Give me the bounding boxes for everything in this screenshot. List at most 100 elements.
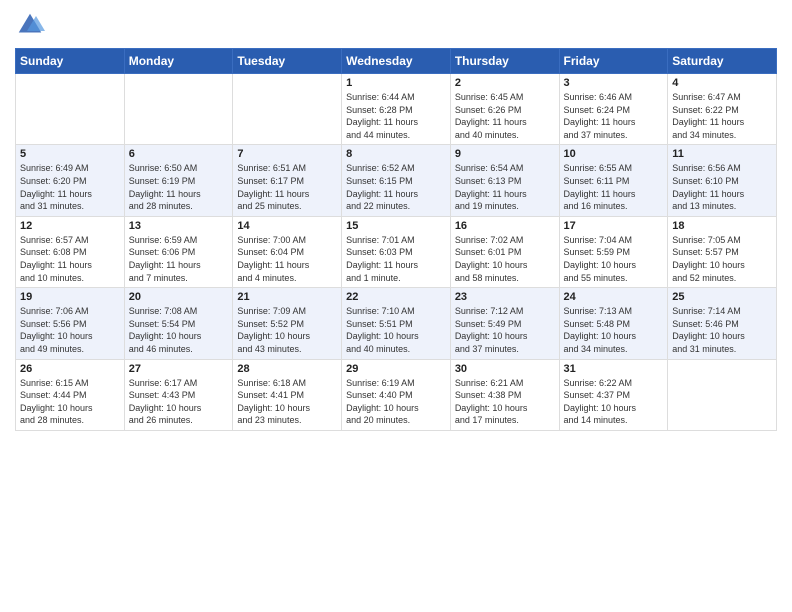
calendar-cell: 21 Sunrise: 7:09 AM Sunset: 5:52 PM Dayli… bbox=[233, 288, 342, 359]
calendar-cell: 2 Sunrise: 6:45 AM Sunset: 6:26 PM Daylig… bbox=[450, 74, 559, 145]
day-info: Sunrise: 6:18 AM Sunset: 4:41 PM Dayligh… bbox=[237, 377, 337, 427]
calendar-cell: 30Sunrise: 6:21 AM Sunset: 4:38 PM Dayli… bbox=[450, 359, 559, 430]
day-info: Sunrise: 7:12 AM Sunset: 5:49 PM Dayligh… bbox=[455, 305, 555, 355]
day-info: Sunrise: 7:08 AM Sunset: 5:54 PM Dayligh… bbox=[129, 305, 229, 355]
calendar-cell: 28 Sunrise: 6:18 AM Sunset: 4:41 PM Dayli… bbox=[233, 359, 342, 430]
day-number: 20 bbox=[129, 291, 229, 303]
day-number: 14 bbox=[237, 220, 337, 232]
day-info: Sunrise: 7:04 AM Sunset: 5:59 PM Dayligh… bbox=[564, 234, 664, 284]
day-info: Sunrise: 7:00 AM Sunset: 6:04 PM Dayligh… bbox=[237, 234, 337, 284]
day-info: Sunrise: 6:44 AM Sunset: 6:28 PM Dayligh… bbox=[346, 91, 446, 141]
calendar-cell: 23 Sunrise: 7:12 AM Sunset: 5:49 PM Dayli… bbox=[450, 288, 559, 359]
weekday-header-thursday: Thursday bbox=[450, 49, 559, 74]
day-number: 25 bbox=[672, 291, 772, 303]
day-number: 23 bbox=[455, 291, 555, 303]
calendar-cell: 16Sunrise: 7:02 AM Sunset: 6:01 PM Dayli… bbox=[450, 216, 559, 287]
day-number: 2 bbox=[455, 77, 555, 89]
day-number: 29 bbox=[346, 363, 446, 375]
weekday-header-monday: Monday bbox=[124, 49, 233, 74]
calendar-cell: 3 Sunrise: 6:46 AM Sunset: 6:24 PM Daylig… bbox=[559, 74, 668, 145]
calendar-cell: 20 Sunrise: 7:08 AM Sunset: 5:54 PM Dayli… bbox=[124, 288, 233, 359]
day-info: Sunrise: 6:55 AM Sunset: 6:11 PM Dayligh… bbox=[564, 162, 664, 212]
calendar-week-row: 5 Sunrise: 6:49 AM Sunset: 6:20 PM Daylig… bbox=[16, 145, 777, 216]
day-info: Sunrise: 6:56 AM Sunset: 6:10 PM Dayligh… bbox=[672, 162, 772, 212]
day-info: Sunrise: 6:17 AM Sunset: 4:43 PM Dayligh… bbox=[129, 377, 229, 427]
day-info: Sunrise: 6:52 AM Sunset: 6:15 PM Dayligh… bbox=[346, 162, 446, 212]
calendar-cell: 17 Sunrise: 7:04 AM Sunset: 5:59 PM Dayli… bbox=[559, 216, 668, 287]
header bbox=[15, 10, 777, 40]
day-number: 31 bbox=[564, 363, 664, 375]
day-info: Sunrise: 6:59 AM Sunset: 6:06 PM Dayligh… bbox=[129, 234, 229, 284]
calendar-week-row: 19Sunrise: 7:06 AM Sunset: 5:56 PM Dayli… bbox=[16, 288, 777, 359]
day-number: 24 bbox=[564, 291, 664, 303]
calendar-body: 1Sunrise: 6:44 AM Sunset: 6:28 PM Daylig… bbox=[16, 74, 777, 431]
calendar-cell: 12 Sunrise: 6:57 AM Sunset: 6:08 PM Dayli… bbox=[16, 216, 125, 287]
calendar-cell: 6 Sunrise: 6:50 AM Sunset: 6:19 PM Daylig… bbox=[124, 145, 233, 216]
calendar-week-row: 1Sunrise: 6:44 AM Sunset: 6:28 PM Daylig… bbox=[16, 74, 777, 145]
day-number: 3 bbox=[564, 77, 664, 89]
day-info: Sunrise: 7:14 AM Sunset: 5:46 PM Dayligh… bbox=[672, 305, 772, 355]
day-info: Sunrise: 6:49 AM Sunset: 6:20 PM Dayligh… bbox=[20, 162, 120, 212]
day-info: Sunrise: 6:15 AM Sunset: 4:44 PM Dayligh… bbox=[20, 377, 120, 427]
calendar-cell bbox=[668, 359, 777, 430]
calendar-week-row: 12 Sunrise: 6:57 AM Sunset: 6:08 PM Dayli… bbox=[16, 216, 777, 287]
day-info: Sunrise: 7:13 AM Sunset: 5:48 PM Dayligh… bbox=[564, 305, 664, 355]
calendar-cell: 11Sunrise: 6:56 AM Sunset: 6:10 PM Dayli… bbox=[668, 145, 777, 216]
weekday-header-saturday: Saturday bbox=[668, 49, 777, 74]
calendar-cell: 8 Sunrise: 6:52 AM Sunset: 6:15 PM Daylig… bbox=[342, 145, 451, 216]
day-info: Sunrise: 7:09 AM Sunset: 5:52 PM Dayligh… bbox=[237, 305, 337, 355]
day-number: 28 bbox=[237, 363, 337, 375]
calendar-cell: 9 Sunrise: 6:54 AM Sunset: 6:13 PM Daylig… bbox=[450, 145, 559, 216]
day-number: 9 bbox=[455, 148, 555, 160]
calendar-table: SundayMondayTuesdayWednesdayThursdayFrid… bbox=[15, 48, 777, 431]
day-number: 5 bbox=[20, 148, 120, 160]
day-number: 26 bbox=[20, 363, 120, 375]
day-number: 10 bbox=[564, 148, 664, 160]
day-info: Sunrise: 7:05 AM Sunset: 5:57 PM Dayligh… bbox=[672, 234, 772, 284]
calendar-header: SundayMondayTuesdayWednesdayThursdayFrid… bbox=[16, 49, 777, 74]
day-number: 8 bbox=[346, 148, 446, 160]
calendar-cell: 22 Sunrise: 7:10 AM Sunset: 5:51 PM Dayli… bbox=[342, 288, 451, 359]
calendar-cell: 25 Sunrise: 7:14 AM Sunset: 5:46 PM Dayli… bbox=[668, 288, 777, 359]
day-number: 12 bbox=[20, 220, 120, 232]
calendar-week-row: 26 Sunrise: 6:15 AM Sunset: 4:44 PM Dayli… bbox=[16, 359, 777, 430]
calendar-cell bbox=[233, 74, 342, 145]
calendar-cell: 14 Sunrise: 7:00 AM Sunset: 6:04 PM Dayli… bbox=[233, 216, 342, 287]
day-info: Sunrise: 6:54 AM Sunset: 6:13 PM Dayligh… bbox=[455, 162, 555, 212]
weekday-header-wednesday: Wednesday bbox=[342, 49, 451, 74]
day-info: Sunrise: 6:47 AM Sunset: 6:22 PM Dayligh… bbox=[672, 91, 772, 141]
calendar-cell: 18 Sunrise: 7:05 AM Sunset: 5:57 PM Dayli… bbox=[668, 216, 777, 287]
day-number: 27 bbox=[129, 363, 229, 375]
day-info: Sunrise: 6:45 AM Sunset: 6:26 PM Dayligh… bbox=[455, 91, 555, 141]
day-number: 6 bbox=[129, 148, 229, 160]
weekday-header-sunday: Sunday bbox=[16, 49, 125, 74]
day-info: Sunrise: 7:10 AM Sunset: 5:51 PM Dayligh… bbox=[346, 305, 446, 355]
day-info: Sunrise: 6:46 AM Sunset: 6:24 PM Dayligh… bbox=[564, 91, 664, 141]
calendar-cell: 27 Sunrise: 6:17 AM Sunset: 4:43 PM Dayli… bbox=[124, 359, 233, 430]
calendar-cell: 15Sunrise: 7:01 AM Sunset: 6:03 PM Dayli… bbox=[342, 216, 451, 287]
logo-icon bbox=[15, 10, 45, 40]
day-number: 21 bbox=[237, 291, 337, 303]
calendar-cell: 26 Sunrise: 6:15 AM Sunset: 4:44 PM Dayli… bbox=[16, 359, 125, 430]
day-number: 16 bbox=[455, 220, 555, 232]
day-number: 19 bbox=[20, 291, 120, 303]
weekday-header-friday: Friday bbox=[559, 49, 668, 74]
calendar-cell: 29 Sunrise: 6:19 AM Sunset: 4:40 PM Dayli… bbox=[342, 359, 451, 430]
calendar-cell: 19Sunrise: 7:06 AM Sunset: 5:56 PM Dayli… bbox=[16, 288, 125, 359]
day-info: Sunrise: 6:19 AM Sunset: 4:40 PM Dayligh… bbox=[346, 377, 446, 427]
calendar-cell: 1Sunrise: 6:44 AM Sunset: 6:28 PM Daylig… bbox=[342, 74, 451, 145]
day-number: 17 bbox=[564, 220, 664, 232]
calendar-cell bbox=[124, 74, 233, 145]
calendar-cell: 5 Sunrise: 6:49 AM Sunset: 6:20 PM Daylig… bbox=[16, 145, 125, 216]
calendar-cell: 13Sunrise: 6:59 AM Sunset: 6:06 PM Dayli… bbox=[124, 216, 233, 287]
calendar-cell: 24 Sunrise: 7:13 AM Sunset: 5:48 PM Dayli… bbox=[559, 288, 668, 359]
logo bbox=[15, 10, 49, 40]
day-info: Sunrise: 6:57 AM Sunset: 6:08 PM Dayligh… bbox=[20, 234, 120, 284]
day-number: 18 bbox=[672, 220, 772, 232]
day-info: Sunrise: 6:50 AM Sunset: 6:19 PM Dayligh… bbox=[129, 162, 229, 212]
day-number: 30 bbox=[455, 363, 555, 375]
calendar-cell: 31Sunrise: 6:22 AM Sunset: 4:37 PM Dayli… bbox=[559, 359, 668, 430]
weekday-header-row: SundayMondayTuesdayWednesdayThursdayFrid… bbox=[16, 49, 777, 74]
calendar-cell: 10 Sunrise: 6:55 AM Sunset: 6:11 PM Dayli… bbox=[559, 145, 668, 216]
day-number: 22 bbox=[346, 291, 446, 303]
